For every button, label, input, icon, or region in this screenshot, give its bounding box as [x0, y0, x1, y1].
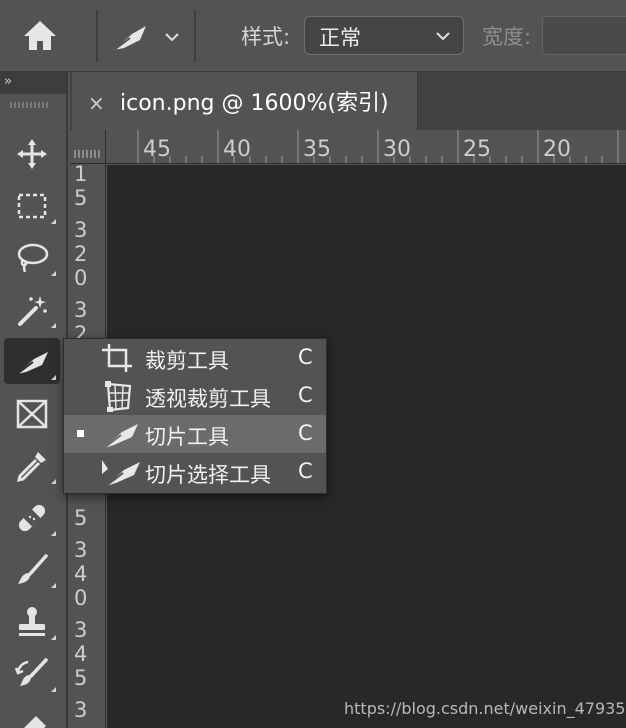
- ruler-tick-label: 35: [303, 137, 331, 162]
- lasso-icon: [17, 243, 49, 273]
- stamp-icon: [19, 607, 45, 636]
- ruler-tick-digit: 0: [74, 266, 88, 290]
- brush-tool[interactable]: [4, 546, 60, 592]
- document-tab[interactable]: × icon.png @ 1600%(索引): [72, 72, 418, 130]
- menu-item-crop-tool[interactable]: 裁剪工具 C: [64, 339, 326, 377]
- menu-item-label: 透视裁剪工具: [145, 387, 271, 411]
- style-select[interactable]: 正常: [304, 16, 464, 55]
- marquee-icon: [17, 193, 47, 219]
- ruler-tick-digit: 3: [74, 298, 88, 322]
- submenu-indicator: [51, 635, 56, 640]
- submenu-indicator: [51, 583, 56, 588]
- submenu-indicator: [51, 323, 56, 328]
- crop-icon: [102, 344, 132, 372]
- chevron-down-icon: [436, 32, 450, 41]
- frame-icon: [16, 399, 48, 429]
- options-separator: [194, 10, 196, 62]
- chevron-down-icon: [165, 33, 179, 42]
- style-label: 样式:: [241, 25, 291, 49]
- ruler-tick-digit: 4: [74, 562, 88, 586]
- crop-tools-flyout-menu: 裁剪工具 C 透视裁剪工具 C 切片工具 C 切片选择工具 C: [63, 338, 327, 494]
- ruler-tick-label: 40: [223, 137, 251, 162]
- watermark: https://blog.csdn.net/weixin_47935275: [344, 699, 626, 718]
- options-separator: [96, 10, 98, 62]
- ruler-tick-label: 20: [543, 137, 571, 162]
- magic-wand-icon: [18, 296, 47, 326]
- options-bar: 样式: 正常 宽度:: [0, 0, 626, 72]
- ruler-tick-digit: 2: [74, 242, 88, 266]
- menu-item-label: 裁剪工具: [145, 349, 229, 373]
- home-icon: [24, 21, 56, 50]
- ruler-tick-digit: 0: [74, 586, 88, 610]
- history-brush-tool[interactable]: [4, 650, 60, 696]
- ruler-tick-label: 25: [463, 137, 491, 162]
- ruler-origin-dots: [74, 150, 102, 158]
- width-input[interactable]: [542, 16, 626, 55]
- slice-tool[interactable]: [4, 338, 60, 384]
- ruler-tick-digit: 3: [74, 618, 88, 642]
- clone-stamp-tool[interactable]: [4, 598, 60, 644]
- submenu-indicator: [51, 687, 56, 692]
- ruler-tick-digit: 5: [74, 186, 88, 210]
- horizontal-ruler[interactable]: 45 40 35 30 25 20: [106, 130, 626, 164]
- double-chevron-icon: »: [4, 74, 12, 89]
- eraser-icon: [24, 716, 46, 728]
- ruler-tick-digit: 3: [74, 538, 88, 562]
- menu-item-shortcut: C: [298, 421, 313, 445]
- slice-icon: [16, 352, 48, 375]
- frame-tool[interactable]: [4, 390, 60, 436]
- close-icon[interactable]: ×: [88, 91, 105, 115]
- menu-item-shortcut: C: [298, 383, 313, 407]
- tool-preset-picker[interactable]: [108, 14, 188, 58]
- menu-item-slice-select-tool[interactable]: 切片选择工具 C: [64, 453, 326, 491]
- brush-icon: [18, 554, 48, 584]
- eraser-tool[interactable]: [4, 702, 60, 728]
- move-icon: [17, 139, 47, 169]
- selected-indicator: [77, 430, 84, 437]
- document-tab-bar: × icon.png @ 1600%(索引): [70, 72, 626, 130]
- menu-item-shortcut: C: [298, 459, 313, 483]
- submenu-indicator: [51, 219, 56, 224]
- slice-icon: [113, 26, 146, 51]
- tools-panel: »: [0, 72, 68, 728]
- ruler-tick-label: 45: [143, 137, 171, 162]
- slice-icon: [103, 424, 138, 449]
- submenu-indicator: [51, 375, 56, 380]
- marquee-tool[interactable]: [4, 182, 60, 228]
- width-label: 宽度:: [482, 25, 532, 49]
- eyedropper-tool[interactable]: [4, 442, 60, 488]
- ruler-origin[interactable]: [70, 130, 106, 164]
- collapse-panel-button[interactable]: »: [0, 72, 66, 94]
- ruler-tick-label: 30: [383, 137, 411, 162]
- ruler-tick-digit: 4: [74, 642, 88, 666]
- ruler-tick-digit: 5: [74, 666, 88, 690]
- menu-item-label: 切片工具: [145, 425, 229, 449]
- photoshop-window: 样式: 正常 宽度: » × icon.png @ 1600%(索引) 45 4…: [0, 0, 626, 728]
- menu-item-shortcut: C: [298, 345, 313, 369]
- submenu-indicator: [51, 531, 56, 536]
- document-tab-title: icon.png @ 1600%(索引): [120, 91, 389, 116]
- slice-select-icon: [102, 460, 140, 487]
- history-brush-icon: [14, 658, 48, 686]
- bandage-icon: [18, 504, 46, 532]
- submenu-indicator: [51, 271, 56, 276]
- eyedropper-icon: [16, 452, 46, 483]
- menu-item-perspective-crop-tool[interactable]: 透视裁剪工具 C: [64, 377, 326, 415]
- style-select-value: 正常: [319, 26, 361, 50]
- home-button[interactable]: [20, 18, 72, 54]
- move-tool[interactable]: [4, 130, 60, 176]
- lasso-tool[interactable]: [4, 234, 60, 280]
- submenu-indicator: [51, 479, 56, 484]
- magic-wand-tool[interactable]: [4, 286, 60, 332]
- ruler-tick-digit: 1: [74, 164, 88, 186]
- perspective-crop-icon: [105, 381, 132, 412]
- panel-grip-handle[interactable]: [10, 102, 50, 108]
- ruler-tick-digit: 3: [74, 698, 88, 722]
- ruler-tick-digit: 5: [74, 506, 88, 530]
- healing-brush-tool[interactable]: [4, 494, 60, 540]
- menu-item-label: 切片选择工具: [145, 463, 271, 487]
- ruler-tick-digit: 3: [74, 218, 88, 242]
- menu-item-slice-tool[interactable]: 切片工具 C: [64, 415, 326, 453]
